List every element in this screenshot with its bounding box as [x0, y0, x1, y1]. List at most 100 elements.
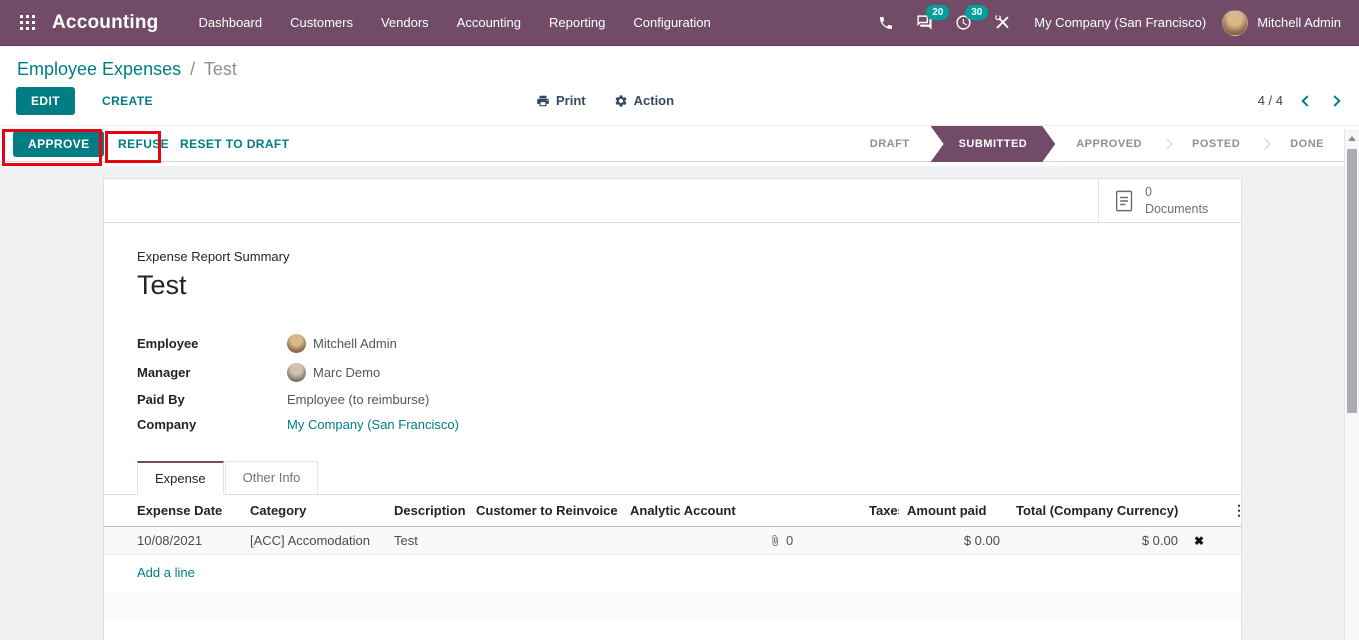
main-menu: Dashboard Customers Vendors Accounting R… [185, 8, 725, 37]
scrollbar-thumb[interactable] [1347, 149, 1357, 413]
status-posted[interactable]: POSTED [1172, 126, 1260, 162]
statusbar-row: APPROVE REFUSE RESET TO DRAFT DRAFT SUBM… [0, 125, 1359, 162]
activities-icon[interactable]: 30 [944, 8, 983, 37]
status-done[interactable]: DONE [1270, 126, 1344, 162]
col-total[interactable]: Total (Company Currency) [1008, 495, 1186, 527]
tab-other-info[interactable]: Other Info [225, 461, 319, 495]
col-amount-paid[interactable]: Amount paid [899, 495, 1008, 527]
menu-configuration[interactable]: Configuration [619, 8, 724, 37]
pager-next-icon[interactable] [1329, 95, 1340, 106]
status-pipeline: DRAFT SUBMITTED APPROVED POSTED DONE [850, 126, 1344, 162]
cell-attachments[interactable]: 0 [761, 527, 861, 555]
cell-analytic-account[interactable] [622, 527, 761, 555]
empty-row-stripe [104, 593, 1241, 619]
apps-menu-icon[interactable] [10, 6, 44, 40]
phone-icon[interactable] [867, 9, 905, 37]
documents-button[interactable]: 0 Documents [1098, 179, 1241, 222]
user-menu[interactable]: Mitchell Admin [1257, 15, 1341, 30]
attachment-count: 0 [786, 533, 793, 548]
employee-name[interactable]: Mitchell Admin [313, 336, 397, 351]
systray: 20 30 My Company (San Francisco) Mitchel… [867, 8, 1349, 37]
menu-dashboard[interactable]: Dashboard [185, 8, 277, 37]
pager: 4 / 4 [1258, 93, 1339, 108]
notebook-tabs: Expense Other Info [104, 461, 1241, 495]
record-title[interactable]: Test [137, 270, 1208, 301]
employee-avatar [287, 334, 306, 353]
manager-avatar [287, 363, 306, 382]
table-header-row: Expense Date Category Description Custom… [104, 495, 1241, 527]
cell-customer-to-reinvoice[interactable] [468, 527, 622, 555]
printer-icon [536, 94, 550, 108]
cell-description[interactable]: Test [386, 527, 468, 555]
optional-columns-toggle[interactable]: ⋮ [1224, 495, 1241, 527]
col-delete [1186, 495, 1224, 527]
breadcrumb-parent[interactable]: Employee Expenses [17, 59, 181, 79]
status-approved[interactable]: APPROVED [1056, 126, 1162, 162]
summary-field-label: Expense Report Summary [137, 249, 1208, 264]
cell-total[interactable]: $ 0.00 [1008, 527, 1186, 555]
menu-reporting[interactable]: Reporting [535, 8, 619, 37]
col-expense-date[interactable]: Expense Date [104, 495, 242, 527]
paperclip-icon [769, 534, 781, 547]
scrollbar-up-arrow-icon[interactable] [1348, 136, 1356, 141]
menu-customers[interactable]: Customers [276, 8, 367, 37]
form-sheet: 0 Documents Expense Report Summary Test … [103, 178, 1242, 640]
breadcrumb-separator: / [186, 59, 199, 79]
pager-previous-icon[interactable] [1301, 95, 1312, 106]
cell-delete[interactable]: ✖ [1186, 527, 1224, 555]
control-panel: Employee Expenses / Test EDIT CREATE Pri… [0, 46, 1359, 166]
print-button[interactable]: Print [536, 93, 586, 108]
company-switcher[interactable]: My Company (San Francisco) [1034, 15, 1206, 30]
paid-by-value: Employee (to reimburse) [287, 392, 1208, 407]
button-box: 0 Documents [104, 179, 1241, 223]
action-label: Action [634, 93, 674, 108]
cell-category[interactable]: [ACC] Accomodation [242, 527, 386, 555]
menu-accounting[interactable]: Accounting [443, 8, 535, 37]
breadcrumb-current: Test [204, 59, 237, 79]
manager-value[interactable]: Marc Demo [287, 363, 1208, 382]
add-a-line-link[interactable]: Add a line [104, 555, 203, 590]
menu-vendors[interactable]: Vendors [367, 8, 443, 37]
cell-expense-date[interactable]: 10/08/2021 [104, 527, 242, 555]
status-separator-icon [1161, 138, 1172, 149]
tab-expense[interactable]: Expense [137, 461, 224, 495]
messages-icon[interactable]: 20 [905, 8, 944, 37]
breadcrumb: Employee Expenses / Test [0, 46, 1359, 80]
gear-icon [614, 94, 628, 108]
status-draft[interactable]: DRAFT [850, 126, 930, 162]
edit-button[interactable]: EDIT [16, 87, 75, 115]
col-category[interactable]: Category [242, 495, 386, 527]
tools-icon[interactable] [983, 8, 1022, 37]
create-button[interactable]: CREATE [92, 87, 163, 115]
table-row[interactable]: 10/08/2021 [ACC] Accomodation Test 0 $ 0… [104, 527, 1241, 555]
manager-label: Manager [137, 365, 287, 380]
app-title[interactable]: Accounting [52, 12, 159, 34]
kebab-icon[interactable]: ⋮ [1232, 502, 1241, 518]
status-submitted[interactable]: SUBMITTED [931, 126, 1056, 162]
expense-lines-table: Expense Date Category Description Custom… [104, 495, 1241, 555]
vertical-scrollbar[interactable] [1344, 129, 1359, 640]
document-icon [1114, 188, 1135, 214]
employee-label: Employee [137, 336, 287, 351]
status-separator-icon [1260, 138, 1271, 149]
col-attachments [761, 495, 861, 527]
company-value[interactable]: My Company (San Francisco) [287, 417, 1208, 432]
reset-to-draft-button[interactable]: RESET TO DRAFT [172, 131, 297, 157]
col-analytic-account[interactable]: Analytic Account [622, 495, 761, 527]
control-row: EDIT CREATE Print Action 4 / 4 [0, 80, 1359, 125]
refuse-button[interactable]: REFUSE [112, 131, 175, 157]
cell-amount-paid[interactable]: $ 0.00 [899, 527, 1008, 555]
col-taxes[interactable]: Taxes [861, 495, 899, 527]
cell-taxes[interactable] [861, 527, 899, 555]
employee-value[interactable]: Mitchell Admin [287, 334, 1208, 353]
action-button[interactable]: Action [614, 93, 674, 108]
col-description[interactable]: Description [386, 495, 468, 527]
col-customer-to-reinvoice[interactable]: Customer to Reinvoice [468, 495, 622, 527]
form-view-background: 0 Documents Expense Report Summary Test … [0, 166, 1359, 640]
center-actions: Print Action [536, 93, 674, 108]
pager-value: 4 / 4 [1258, 93, 1283, 108]
approve-button[interactable]: APPROVE [13, 131, 104, 157]
user-avatar[interactable] [1222, 10, 1248, 36]
delete-row-icon[interactable]: ✖ [1194, 534, 1204, 548]
manager-name[interactable]: Marc Demo [313, 365, 380, 380]
